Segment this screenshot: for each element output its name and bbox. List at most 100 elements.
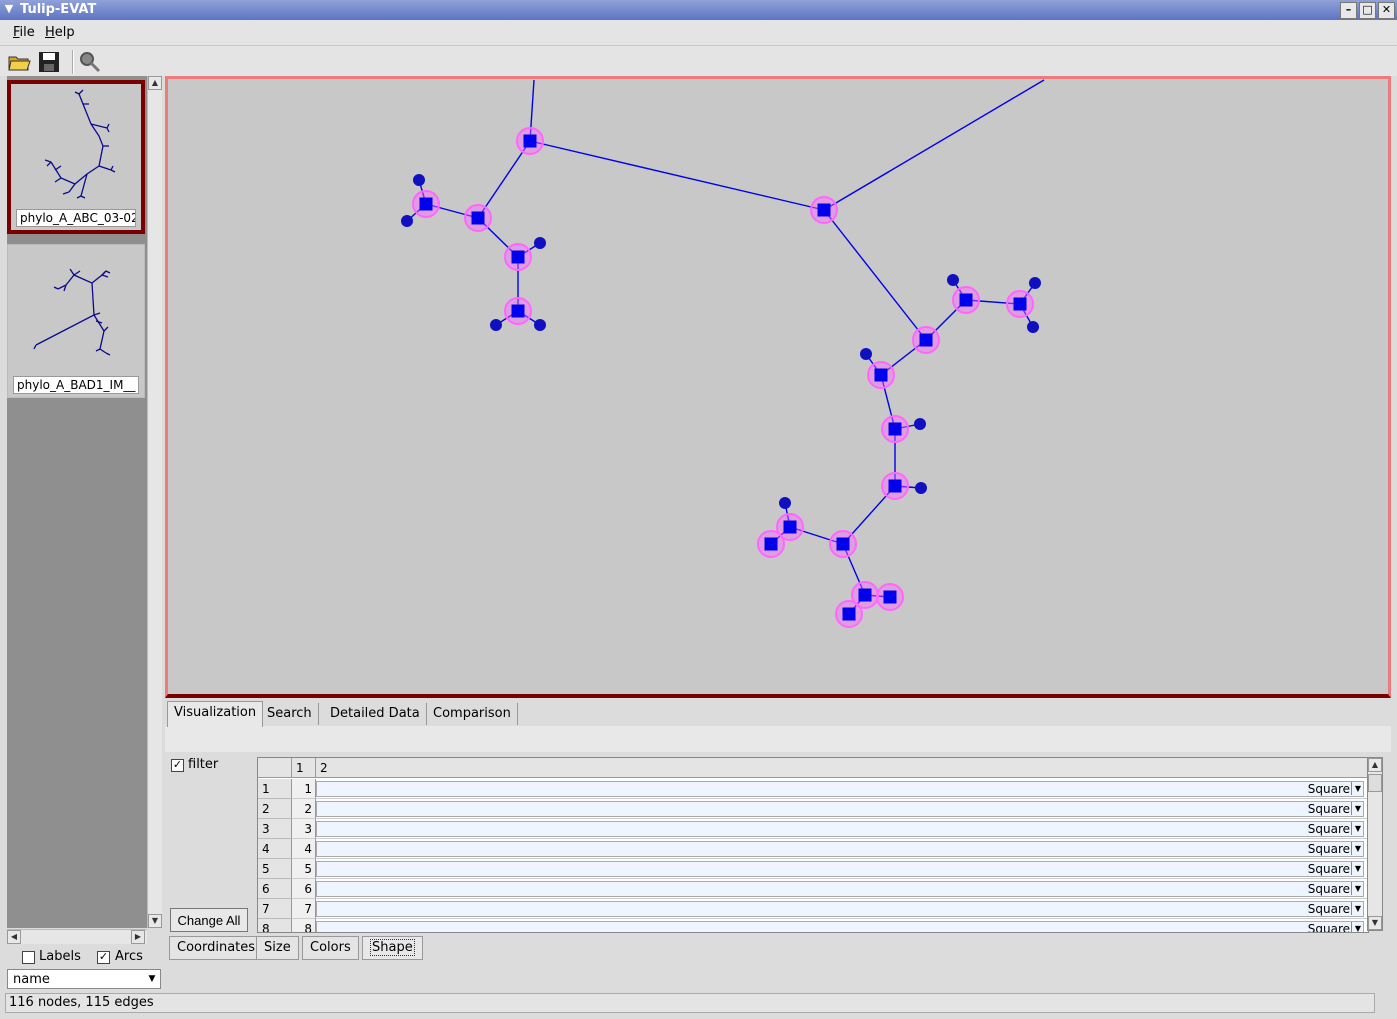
graph-leaf-node[interactable] [914,418,926,430]
shape-field[interactable] [316,841,1364,857]
row-header[interactable]: 8 [258,919,292,932]
chevron-down-icon[interactable]: ▼ [1351,782,1364,795]
graph-node[interactable] [511,250,525,264]
chevron-down-icon[interactable]: ▼ [1351,822,1364,835]
row-header[interactable]: 7 [258,899,292,919]
tab-size[interactable]: Size [256,936,299,960]
property-select[interactable]: name ▼ [7,969,161,989]
shape-field[interactable] [316,921,1364,932]
shape-field[interactable] [316,821,1364,837]
chevron-down-icon[interactable]: ▼ [1351,922,1364,932]
shape-cell[interactable]: Square ▼ [316,859,1368,879]
thumbnail-horizontal-scrollbar[interactable]: ◀ ▶ [7,929,147,944]
graph-node[interactable] [959,293,973,307]
table-row[interactable]: 6 6 Square ▼ [258,879,1368,899]
graph-node[interactable] [817,203,831,217]
graph-node[interactable] [874,368,888,382]
row-header[interactable]: 5 [258,859,292,879]
graph-leaf-node[interactable] [1027,321,1039,333]
menu-file[interactable]: File [13,25,35,40]
graph-leaf-node[interactable] [413,174,425,186]
row-header[interactable]: 1 [258,779,292,799]
chevron-down-icon[interactable]: ▼ [1351,802,1364,815]
graph-leaf-node[interactable] [401,215,413,227]
table-row[interactable]: 4 4 Square ▼ [258,839,1368,859]
graph-node[interactable] [471,211,485,225]
graph-node[interactable] [1013,297,1027,311]
maximize-button[interactable]: □ [1359,2,1376,19]
thumbnail-graph-1[interactable]: phylo_A_ABC_03-02- [7,80,145,234]
column-header-1[interactable]: 1 [292,758,316,778]
row-header[interactable]: 2 [258,799,292,819]
scroll-up-icon[interactable]: ▲ [148,76,162,90]
graph-canvas[interactable] [165,76,1391,698]
search-icon[interactable] [78,50,102,74]
graph-node[interactable] [842,607,856,621]
row-header[interactable]: 6 [258,879,292,899]
graph-leaf-node[interactable] [947,274,959,286]
table-row[interactable]: 2 2 Square ▼ [258,799,1368,819]
graph-leaf-node[interactable] [534,237,546,249]
labels-checkbox[interactable] [22,951,35,964]
scroll-thumb[interactable] [1368,774,1382,792]
scroll-down-icon[interactable]: ▼ [1368,916,1382,930]
table-row[interactable]: 5 5 Square ▼ [258,859,1368,879]
shape-field[interactable] [316,801,1364,817]
tab-shape[interactable]: Shape [362,936,423,960]
tab-colors[interactable]: Colors [302,936,359,960]
graph-edge[interactable] [823,209,927,341]
open-folder-icon[interactable] [7,50,31,74]
menu-help[interactable]: Help [45,25,75,40]
window-menu-icon[interactable]: ▼ [2,2,16,16]
graph-leaf-node[interactable] [1029,277,1041,289]
graph-node[interactable] [919,333,933,347]
shape-cell[interactable]: Square ▼ [316,799,1368,819]
graph-node[interactable] [419,197,433,211]
shape-field[interactable] [316,881,1364,897]
thumbnail-vertical-scrollbar[interactable]: ▲ ▼ [147,76,162,928]
scroll-down-icon[interactable]: ▼ [148,914,162,928]
table-row[interactable]: 7 7 Square ▼ [258,899,1368,919]
table-row[interactable]: 3 3 Square ▼ [258,819,1368,839]
graph-node[interactable] [883,590,897,604]
minimize-button[interactable]: – [1340,2,1357,19]
shape-field[interactable] [316,861,1364,877]
table-row[interactable]: 1 1 Square ▼ [258,779,1368,799]
arcs-checkbox[interactable]: ✓ [97,951,110,964]
graph-leaf-node[interactable] [860,348,872,360]
tab-search[interactable]: Search [261,703,319,725]
tab-coordinates[interactable]: Coordinates [169,936,264,960]
chevron-down-icon[interactable]: ▼ [1351,862,1364,875]
scroll-right-icon[interactable]: ▶ [131,930,145,944]
shape-cell[interactable]: Square ▼ [316,919,1368,932]
column-header-2[interactable]: 2 [316,758,1368,778]
row-header[interactable]: 3 [258,819,292,839]
close-button[interactable]: ✕ [1378,2,1395,19]
graph-node[interactable] [888,479,902,493]
chevron-down-icon[interactable]: ▼ [1351,882,1364,895]
graph-leaf-node[interactable] [490,319,502,331]
graph-edge[interactable] [529,140,825,211]
shape-field[interactable] [316,781,1364,797]
graph-leaf-node[interactable] [534,319,546,331]
table-row[interactable]: 8 8 Square ▼ [258,919,1368,932]
save-icon[interactable] [37,50,61,74]
chevron-down-icon[interactable]: ▼ [1351,842,1364,855]
graph-node[interactable] [888,422,902,436]
graph-node[interactable] [858,588,872,602]
scroll-up-icon[interactable]: ▲ [1368,758,1382,772]
shape-cell[interactable]: Square ▼ [316,899,1368,919]
shape-cell[interactable]: Square ▼ [316,879,1368,899]
chevron-down-icon[interactable]: ▼ [1351,902,1364,915]
graph-edge[interactable] [823,79,1045,211]
shape-field[interactable] [316,901,1364,917]
row-header[interactable]: 4 [258,839,292,859]
graph-node[interactable] [783,520,797,534]
filter-checkbox[interactable]: ✓ [171,759,184,772]
graph-drawing[interactable] [168,79,1388,694]
graph-node[interactable] [511,304,525,318]
graph-node[interactable] [836,537,850,551]
shape-cell[interactable]: Square ▼ [316,839,1368,859]
graph-leaf-node[interactable] [779,497,791,509]
thumbnail-graph-2[interactable]: phylo_A_BAD1_IM__ [7,244,145,398]
